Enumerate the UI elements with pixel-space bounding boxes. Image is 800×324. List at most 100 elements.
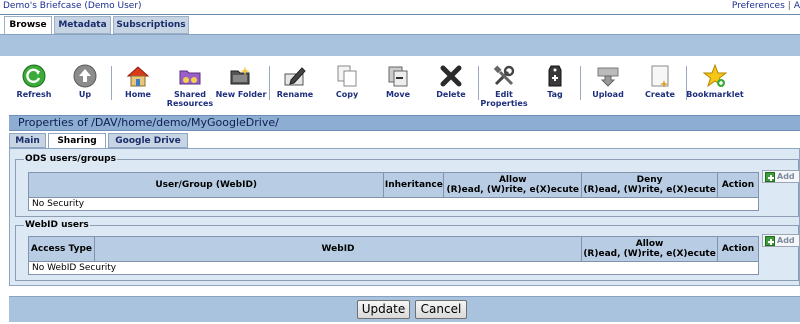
update-button[interactable]: Update [357, 300, 410, 319]
toolbar-separator [269, 66, 270, 100]
copy-icon [337, 65, 357, 87]
shared-label-1: Shared [174, 90, 206, 99]
up-label: Up [78, 90, 92, 99]
top-bar: Demo's Briefcase (Demo User) Preferences… [0, 0, 800, 14]
briefcase-title: Demo's Briefcase [3, 1, 82, 11]
copy-label: Copy [335, 90, 359, 99]
add-label: Add [777, 236, 795, 245]
upload-label: Upload [592, 90, 624, 99]
home-button[interactable]: Home [120, 64, 156, 99]
column-inheritance: Inheritance [383, 172, 445, 198]
new-folder-icon [230, 66, 250, 85]
tag-label: Tag [547, 90, 563, 99]
tab-google-drive[interactable]: Google Drive [108, 133, 188, 148]
shared-label-2: Resources [166, 99, 214, 108]
deny-heading: Deny [636, 175, 663, 185]
preferences-link[interactable]: Preferences [732, 1, 785, 11]
up-arrow-icon [73, 64, 97, 88]
toolbar-separator [580, 66, 581, 100]
edit-label-2: Properties [480, 99, 528, 108]
user-name: (Demo User) [84, 1, 142, 11]
edit-properties-button[interactable]: Edit Properties [480, 64, 528, 108]
delete-icon [440, 65, 462, 87]
empty-webid-message: No WebID Security [28, 261, 759, 275]
cancel-button[interactable]: Cancel [415, 300, 467, 319]
copy-button[interactable]: Copy [328, 64, 366, 99]
column-user-group: User/Group (WebID) [27, 172, 385, 198]
column-action: Action [716, 236, 760, 262]
plus-icon [765, 236, 775, 246]
create-document-icon [651, 65, 669, 88]
move-label: Move [385, 90, 411, 99]
bookmarklet-button[interactable]: Bookmarklet [686, 64, 744, 99]
shared-folder-icon [179, 70, 201, 85]
tab-metadata[interactable]: Metadata [54, 16, 111, 34]
tab-main[interactable]: Main [9, 133, 46, 148]
home-label: Home [125, 90, 151, 99]
home-icon [126, 66, 150, 87]
link-separator: | [787, 1, 791, 11]
table-row: No WebID Security [28, 261, 759, 275]
shared-resources-button[interactable]: Shared Resources [164, 64, 216, 108]
empty-security-message: No Security [28, 197, 759, 211]
tag-icon [548, 65, 562, 87]
app-title: Demo's Briefcase (Demo User) [3, 1, 142, 11]
move-icon [388, 66, 408, 87]
ods-security-table: User/Group (WebID) Inheritance Allow (R)e… [27, 172, 760, 211]
properties-title: Properties of /DAV/home/demo/MyGoogleDri… [9, 115, 800, 131]
deny-subheading: (R)ead, (W)rite, e(X)ecute [583, 185, 716, 195]
form-footer: Update Cancel [9, 296, 800, 322]
column-action: Action [716, 172, 760, 198]
upload-button[interactable]: Upload [588, 64, 628, 99]
tag-button[interactable]: Tag [538, 64, 572, 99]
ods-users-section: ODS users/groups User/Group (WebID) Inhe… [15, 154, 800, 217]
table-header-row: Access Type WebID Allow (R)ead, (W)rite, … [28, 236, 760, 262]
tab-subscriptions[interactable]: Subscriptions [113, 16, 189, 34]
webid-section-legend: WebID users [24, 220, 90, 230]
tools-icon [493, 65, 515, 86]
table-header-row: User/Group (WebID) Inheritance Allow (R)e… [27, 172, 760, 198]
add-label: Add [777, 172, 795, 181]
edit-label-1: Edit [495, 90, 513, 99]
up-button[interactable]: Up [68, 64, 102, 99]
rename-icon [284, 67, 306, 86]
column-allow: Allow (R)ead, (W)rite, e(X)ecute [581, 236, 718, 262]
sharing-panel: ODS users/groups User/Group (WebID) Inhe… [9, 148, 800, 286]
create-button[interactable]: Create [640, 64, 680, 99]
bookmarklet-label: Bookmarklet [686, 90, 744, 99]
upload-icon [597, 67, 619, 87]
top-links: Preferences | A [732, 1, 800, 11]
webid-security-table: Access Type WebID Allow (R)ead, (W)rite, … [28, 236, 760, 275]
toolbar: Refresh Up Home Shared Resources New Fol… [0, 56, 800, 114]
allow-heading: Allow [635, 239, 664, 249]
rename-label: Rename [276, 90, 314, 99]
column-webid: WebID [93, 236, 583, 262]
add-webid-user-button[interactable]: Add [762, 234, 800, 247]
tab-browse[interactable]: Browse [4, 16, 52, 35]
divider [0, 14, 800, 15]
star-icon [703, 64, 727, 88]
delete-button[interactable]: Delete [432, 64, 470, 99]
webid-users-section: WebID users Access Type WebID Allow (R)ea… [15, 220, 800, 281]
refresh-icon [22, 64, 46, 88]
add-ods-user-button[interactable]: Add [762, 170, 800, 183]
create-label: Create [645, 90, 675, 99]
ods-section-legend: ODS users/groups [24, 154, 117, 164]
toolbar-separator [111, 66, 112, 100]
column-deny: Deny (R)ead, (W)rite, e(X)ecute [581, 172, 718, 198]
allow-subheading: (R)ead, (W)rite, e(X)ecute [583, 249, 716, 259]
delete-label: Delete [436, 90, 466, 99]
new-folder-label: New Folder [215, 90, 267, 99]
column-allow: Allow (R)ead, (W)rite, e(X)ecute [443, 172, 583, 198]
rename-button[interactable]: Rename [275, 64, 315, 99]
refresh-button[interactable]: Refresh [14, 64, 54, 99]
move-button[interactable]: Move [378, 64, 418, 99]
plus-icon [765, 172, 775, 182]
tab-sharing[interactable]: Sharing [48, 133, 106, 149]
table-row: No Security [28, 197, 759, 211]
header-band [0, 34, 800, 56]
truncated-link[interactable]: A [794, 1, 800, 11]
allow-heading: Allow [498, 175, 527, 185]
refresh-label: Refresh [16, 90, 52, 99]
new-folder-button[interactable]: New Folder [214, 64, 268, 99]
